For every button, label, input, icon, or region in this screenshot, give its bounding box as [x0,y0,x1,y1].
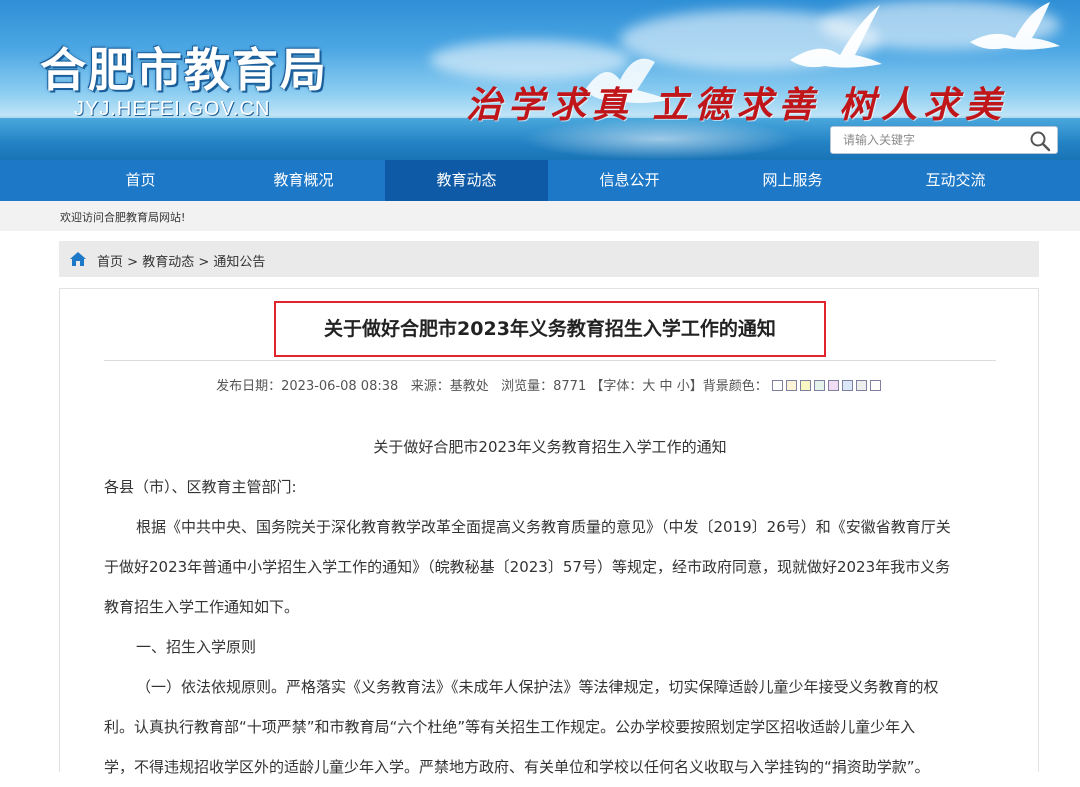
publish-label: 发布日期： [216,379,282,394]
font-open: 【字体： [590,379,643,394]
bg-swatch[interactable] [799,380,811,391]
site-slogan: 治学求真 立德求善 树人求美 [466,84,1008,126]
search-box [830,126,1058,154]
font-medium-button[interactable]: 中 [660,379,673,394]
main-nav: 首页 教育概况 教育动态 信息公开 网上服务 互动交流 [0,160,1080,201]
section-heading: 一、招生入学原则 [136,638,257,656]
publish-date: 2023-06-08 08:38 [281,379,399,394]
paragraph-line: 根据《中共中央、国务院关于深化教育教学改革全面提高义务教育质量的意见》（中发〔2… [136,518,951,536]
paragraph-line: （一）依法依规原则。严格落实《义务教育法》《未成年人保护法》等法律规定，切实保障… [136,678,939,696]
bg-swatch[interactable] [841,380,853,391]
article-meta: 发布日期：2023-06-08 08:38 来源：基教处 浏览量：8771 【字… [60,375,1040,395]
font-close: 】 [689,379,703,394]
swan-icon [970,2,1060,50]
source-value: 基教处 [449,379,489,394]
welcome-text: 欢迎访问合肥教育局网站! [60,211,186,224]
article-subtitle: 关于做好合肥市2023年义务教育招生入学工作的通知 [373,438,727,456]
paragraph-line: 于做好2023年普通中小学招生入学工作的通知》（皖教秘基〔2023〕57号）等规… [104,558,951,576]
site-title[interactable]: 合肥市教育局 [40,34,328,100]
bg-color-label: 背景颜色： [702,379,768,394]
site-domain: JYJ.HEFEI.GOV.CN [74,98,271,120]
swan-icon [790,5,882,68]
nav-item-home[interactable]: 首页 [59,160,222,201]
article: 关于做好合肥市2023年义务教育招生入学工作的通知 发布日期：2023-06-0… [59,288,1040,776]
source-label: 来源： [410,379,450,394]
bg-color-swatches [771,380,884,395]
breadcrumb-notices[interactable]: 通知公告 [213,255,265,270]
bg-swatch[interactable] [869,380,881,391]
views-count: 8771 [553,379,587,394]
search-icon[interactable] [1029,130,1051,152]
nav-item-interaction[interactable]: 互动交流 [874,160,1037,201]
nav-item-disclosure[interactable]: 信息公开 [548,160,711,201]
nav-item-online-service[interactable]: 网上服务 [711,160,874,201]
site-banner: 合肥市教育局 JYJ.HEFEI.GOV.CN 治学求真 立德求善 树人求美 [0,0,1080,160]
search-input[interactable] [831,127,1021,153]
views-label: 浏览量： [501,379,554,394]
breadcrumb: 首页 > 教育动态 > 通知公告 [59,241,1039,277]
paragraph-line: 教育招生入学工作通知如下。 [104,598,300,616]
bg-swatch[interactable] [813,380,825,391]
article-title: 关于做好合肥市2023年义务教育招生入学工作的通知 [324,318,776,340]
welcome-bar: 欢迎访问合肥教育局网站! [0,201,1080,231]
bg-swatch[interactable] [855,380,867,391]
salutation: 各县（市）、区教育主管部门: [104,478,297,496]
nav-item-news[interactable]: 教育动态 [385,160,548,201]
article-body: 关于做好合肥市2023年义务教育招生入学工作的通知 各县（市）、区教育主管部门:… [104,427,996,787]
home-icon[interactable] [69,251,87,267]
bg-swatch[interactable] [785,380,797,391]
bg-swatch[interactable] [827,380,839,391]
bg-swatch[interactable] [771,380,783,391]
breadcrumb-news[interactable]: 教育动态 [142,255,194,270]
paragraph-line: 利。认真执行教育部“十项严禁”和市教育局“六个杜绝”等有关招生工作规定。公办学校… [104,718,916,736]
nav-item-overview[interactable]: 教育概况 [222,160,385,201]
breadcrumb-home[interactable]: 首页 [97,255,123,270]
title-divider [104,360,996,361]
breadcrumb-separator: > [198,255,210,270]
title-highlight: 关于做好合肥市2023年义务教育招生入学工作的通知 [274,301,826,357]
paragraph-line: 学，不得违规招收学区外的适龄儿童少年入学。严禁地方政府、有关单位和学校以任何名义… [104,758,930,776]
font-large-button[interactable]: 大 [642,379,655,394]
font-small-button[interactable]: 小 [677,379,690,394]
breadcrumb-separator: > [127,255,139,270]
